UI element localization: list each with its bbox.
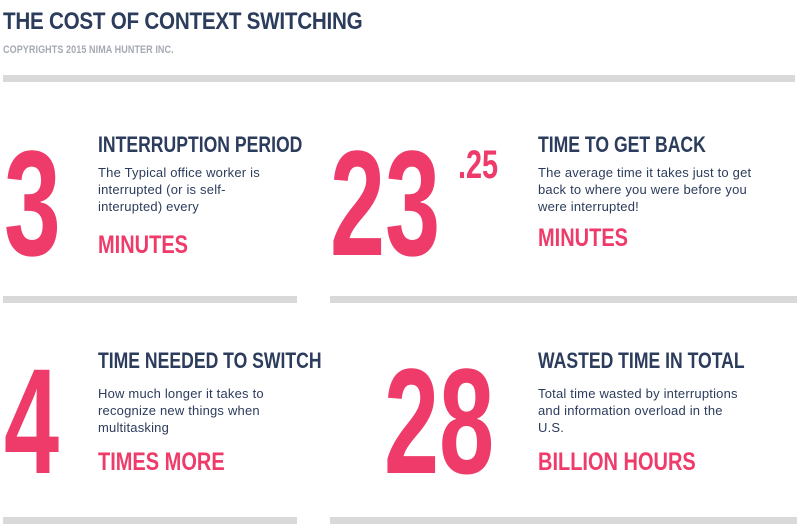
stat-unit: MINUTES <box>98 231 188 259</box>
copyright-subtitle: COPYRIGHTS 2015 NIMA HUNTER INC. <box>3 44 174 56</box>
stat-number-superscript: .25 <box>458 143 499 187</box>
stat-heading: INTERRUPTION PERIOD <box>98 132 303 157</box>
stat-heading: WASTED TIME IN TOTAL <box>538 348 745 373</box>
stat-description: Total time wasted by interruptions and i… <box>538 386 738 435</box>
bottom-divider-left <box>3 517 297 524</box>
stat-heading: TIME NEEDED TO SWITCH <box>98 348 322 373</box>
stat-description: How much longer it takes to recognize ne… <box>98 386 264 435</box>
page-title: THE COST OF CONTEXT SWITCHING <box>3 8 363 35</box>
stat-description: The Typical office worker is interrupted… <box>98 165 260 214</box>
top-divider <box>3 75 795 82</box>
bottom-divider-right <box>330 517 797 524</box>
stat-number: 23 <box>330 119 441 287</box>
row-divider-right <box>330 296 797 303</box>
stat-number: 4 <box>4 337 60 505</box>
row-divider-left <box>3 296 297 303</box>
stat-number: 28 <box>384 337 495 505</box>
stat-unit: BILLION HOURS <box>538 448 696 476</box>
stat-unit: TIMES MORE <box>98 448 225 476</box>
stat-number: 3 <box>4 119 61 287</box>
stat-unit: MINUTES <box>538 224 628 252</box>
stat-description: The average time it takes just to get ba… <box>538 165 752 214</box>
stat-heading: TIME TO GET BACK <box>538 132 706 157</box>
